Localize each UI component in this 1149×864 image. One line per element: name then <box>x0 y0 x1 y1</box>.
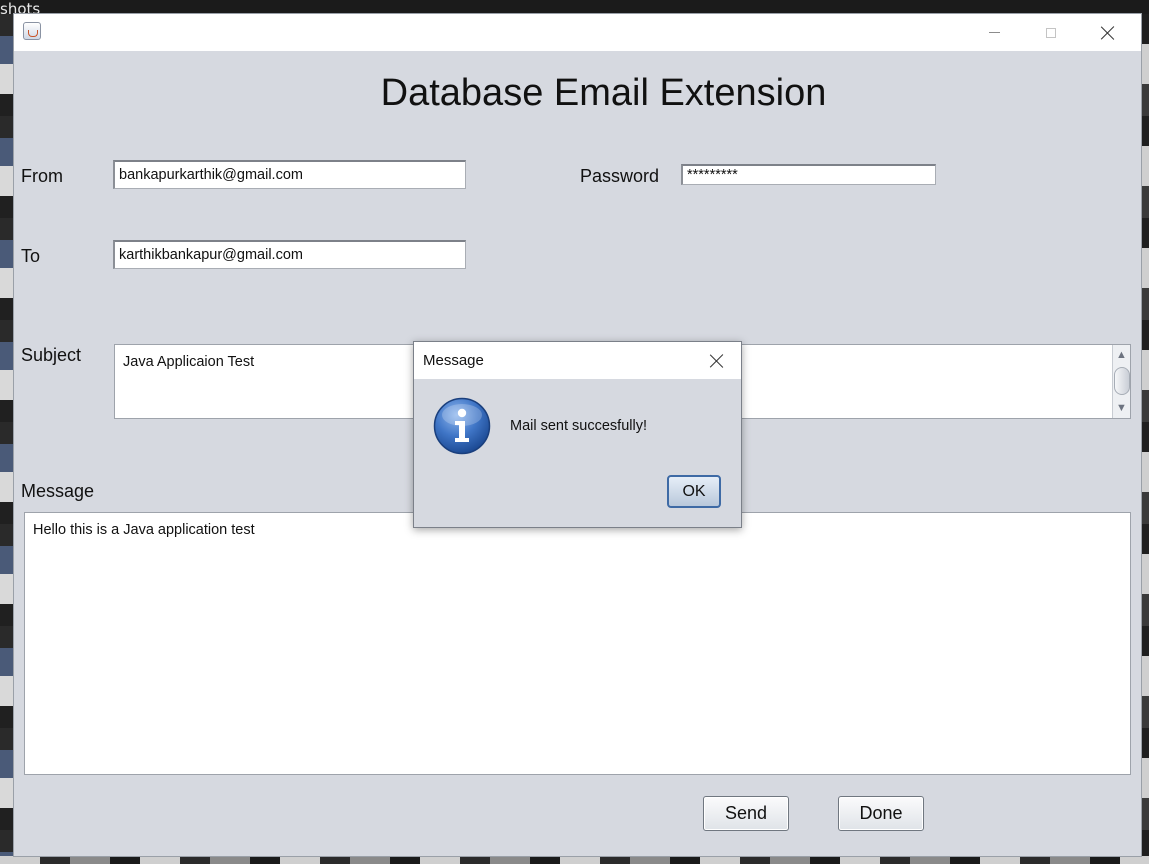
background-thumbnails-right <box>1141 14 1149 864</box>
message-textarea[interactable]: Hello this is a Java application test <box>24 512 1131 775</box>
dialog-title: Message <box>423 352 484 369</box>
subject-label: Subject <box>21 345 82 365</box>
from-label: From <box>21 166 63 186</box>
done-button[interactable]: Done <box>838 796 924 831</box>
java-app-icon[interactable] <box>23 22 41 40</box>
message-text: Hello this is a Java application test <box>33 522 255 538</box>
send-button[interactable]: Send <box>703 796 789 831</box>
screen: shots Database Email Extension From bank… <box>0 0 1149 864</box>
password-label: Password <box>580 166 660 186</box>
scroll-up-icon[interactable]: ▲ <box>1113 347 1130 363</box>
ok-button[interactable]: OK <box>667 475 721 508</box>
dialog-message: Mail sent succesfully! <box>510 418 647 434</box>
to-label: To <box>21 246 41 266</box>
dialog-titlebar[interactable]: Message <box>414 342 741 379</box>
info-icon <box>433 397 491 455</box>
page-title: Database Email Extension <box>380 72 827 114</box>
minimize-button[interactable] <box>971 14 1017 51</box>
scroll-down-icon[interactable]: ▼ <box>1113 400 1130 416</box>
maximize-icon <box>1046 27 1056 38</box>
close-window-button[interactable] <box>1085 14 1131 51</box>
scrollbar-thumb[interactable] <box>1114 367 1130 395</box>
close-icon <box>710 354 724 368</box>
message-dialog: Message Mail sent succesfully! OK <box>413 341 742 528</box>
subject-text: Java Applicaion Test <box>123 354 255 370</box>
window-titlebar[interactable] <box>14 14 1141 51</box>
message-label: Message <box>21 481 95 501</box>
background-thumbnails-left <box>0 14 14 864</box>
minimize-icon <box>988 32 1000 33</box>
background-thumbnails-bottom <box>0 856 1149 864</box>
from-field[interactable]: bankapurkarthik@gmail.com <box>113 160 466 189</box>
to-field[interactable]: karthikbankapur@gmail.com <box>113 240 466 269</box>
dialog-close-button[interactable] <box>704 348 730 374</box>
password-field[interactable]: ********* <box>681 164 936 185</box>
maximize-button[interactable] <box>1028 14 1074 51</box>
subject-scrollbar[interactable]: ▲ ▼ <box>1112 345 1130 418</box>
close-icon <box>1101 26 1115 40</box>
